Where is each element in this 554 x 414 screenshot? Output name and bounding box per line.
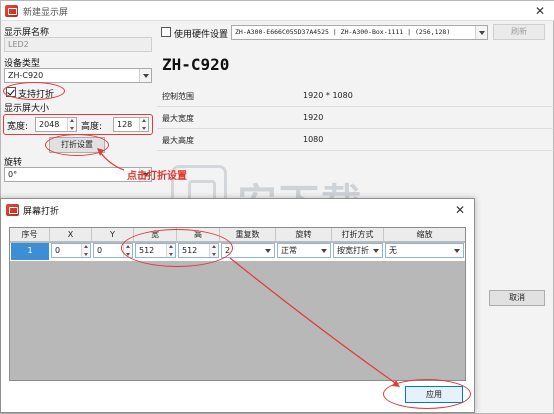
height-label: 高度:	[81, 122, 103, 132]
col-header-x: X	[50, 228, 92, 242]
close-icon[interactable]: ✕	[529, 3, 551, 19]
repeat-value: 2	[225, 246, 231, 255]
fold-mode-value: 按宽打折	[337, 246, 369, 255]
spinner-icon[interactable]	[139, 118, 148, 131]
info-row: 最大高度 1080	[157, 129, 554, 151]
fold-table: 序号 X Y 宽 高 重复数 旋转 打折方式 缩放 1 0 0 512 512 …	[9, 227, 466, 381]
y-input[interactable]: 0	[93, 243, 133, 258]
fold-mode-select[interactable]: 按宽打折	[333, 243, 383, 258]
app-icon	[6, 204, 19, 216]
row-width-value: 512	[139, 246, 155, 255]
fold-settings-button[interactable]: 打折设置	[49, 137, 105, 153]
device-type-select[interactable]: ZH-C920	[4, 68, 152, 83]
spinner-icon[interactable]	[123, 244, 132, 257]
width-cell-input[interactable]: 512	[135, 243, 176, 258]
fold-support-label: 支持打折	[18, 90, 55, 100]
width-value: 2048	[39, 120, 60, 129]
table-header: 序号 X Y 宽 高 重复数 旋转 打折方式 缩放	[10, 228, 465, 242]
device-type-value: ZH-C920	[8, 71, 44, 80]
hardware-settings-checkbox[interactable]	[161, 27, 171, 37]
info-key: 控制范围	[162, 92, 194, 101]
refresh-button[interactable]: 刷新	[493, 24, 545, 40]
fold-support-checkbox[interactable]	[6, 87, 16, 97]
chevron-down-icon	[370, 244, 382, 257]
chevron-down-icon	[475, 26, 487, 39]
col-header-index: 序号	[10, 228, 50, 242]
hardware-settings-label: 使用硬件设置	[174, 30, 229, 40]
chevron-down-icon	[139, 69, 151, 82]
close-icon[interactable]: ✕	[449, 202, 471, 218]
device-info-table: 控制范围 1920 * 1080 最大宽度 1920 最大高度 1080	[157, 85, 554, 151]
col-header-width: 宽	[134, 228, 177, 242]
info-key: 最大高度	[162, 136, 194, 145]
spinner-icon[interactable]	[166, 244, 175, 257]
info-value: 1080	[303, 135, 324, 144]
spinner-icon[interactable]	[67, 118, 76, 131]
height-value: 128	[117, 120, 133, 129]
width-label: 宽度:	[7, 122, 29, 132]
col-header-height: 高	[177, 228, 220, 242]
hardware-combo[interactable]: ZH-A300-E666C055D37A4525 | ZH-A300-Box-1…	[231, 25, 488, 40]
y-value: 0	[97, 246, 103, 255]
height-cell-input[interactable]: 512	[178, 243, 219, 258]
rotate-value: 0°	[8, 170, 18, 179]
width-input[interactable]: 2048	[35, 117, 77, 132]
display-name-field[interactable]: LED2	[4, 37, 152, 52]
scale-select[interactable]: 无	[385, 243, 464, 258]
chevron-down-icon	[318, 244, 330, 257]
row-index-cell[interactable]: 1	[11, 243, 49, 260]
main-titlebar: 新建显示屏 ✕	[1, 1, 554, 21]
repeat-select[interactable]: 2	[221, 243, 275, 258]
device-model-title: ZH-C920	[162, 55, 230, 74]
info-value: 1920	[303, 113, 324, 122]
table-row[interactable]: 1 0 0 512 512 2 正常 按宽打折 无	[10, 243, 465, 261]
spinner-icon[interactable]	[209, 244, 218, 257]
display-size-label: 显示屏大小	[4, 104, 50, 114]
x-input[interactable]: 0	[51, 243, 91, 258]
col-header-fold-mode: 打折方式	[332, 228, 384, 242]
row-rotate-value: 正常	[281, 246, 297, 255]
dialog-titlebar: 屏幕打折 ✕	[1, 199, 474, 221]
app-icon	[5, 5, 18, 17]
info-row: 最大宽度 1920	[157, 107, 554, 129]
chevron-down-icon	[262, 244, 274, 257]
dialog-title: 屏幕打折	[23, 207, 60, 217]
x-value: 0	[55, 246, 61, 255]
window-title: 新建显示屏	[23, 8, 69, 18]
row-height-value: 512	[182, 246, 198, 255]
cancel-button[interactable]: 取消	[489, 290, 545, 306]
chevron-down-icon	[451, 244, 463, 257]
info-row: 控制范围 1920 * 1080	[157, 85, 554, 107]
scale-value: 无	[389, 246, 397, 255]
col-header-scale: 缩放	[416, 230, 433, 239]
height-input[interactable]: 128	[113, 117, 149, 132]
annotation-text: 点击打折设置	[127, 171, 187, 182]
info-key: 最大宽度	[162, 114, 194, 123]
col-header-y: Y	[92, 228, 134, 242]
col-header-rotate: 旋转	[276, 228, 332, 242]
rotate-cell-select[interactable]: 正常	[277, 243, 331, 258]
apply-button[interactable]: 应用	[405, 386, 463, 403]
info-value: 1920 * 1080	[303, 91, 353, 100]
spinner-icon[interactable]	[81, 244, 90, 257]
hardware-combo-value: ZH-A300-E666C055D37A4525 | ZH-A300-Box-1…	[235, 28, 451, 36]
col-header-repeat: 重复数	[220, 228, 276, 242]
fold-dialog: 屏幕打折 ✕ 序号 X Y 宽 高 重复数 旋转 打折方式 缩放 1 0 0 5…	[0, 198, 475, 413]
